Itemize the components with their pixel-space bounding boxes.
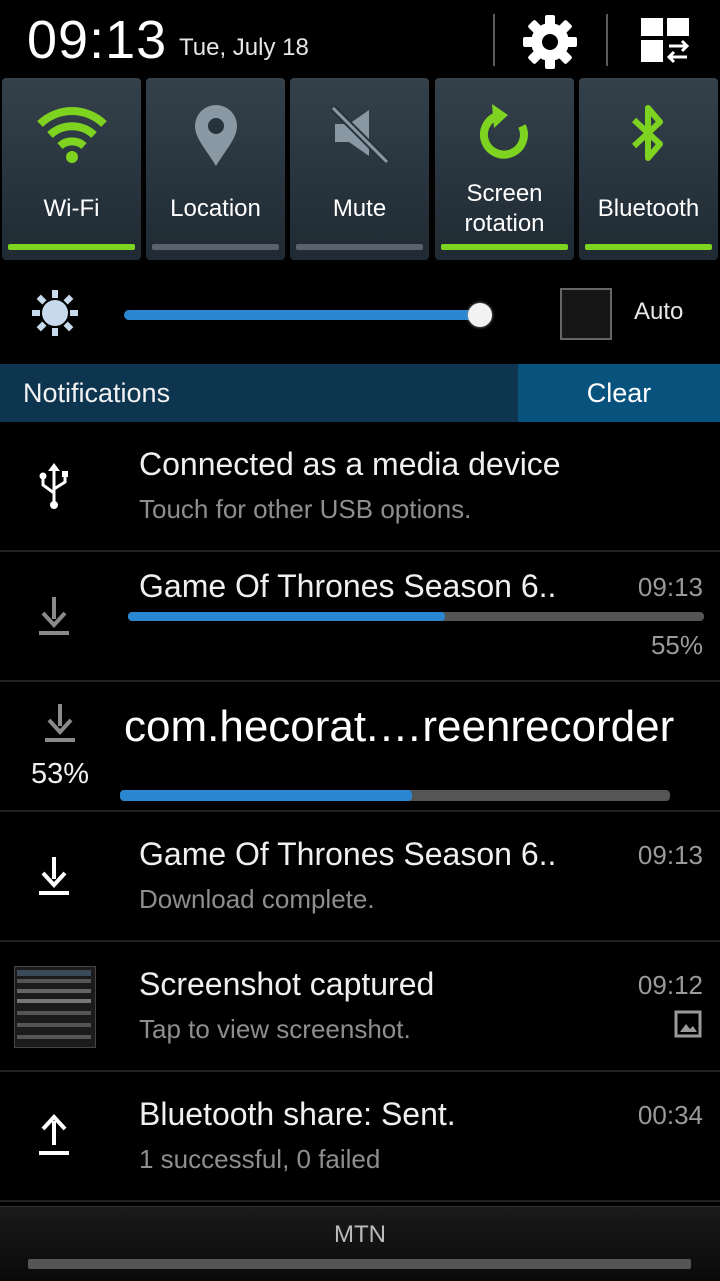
- toggle-bluetooth[interactable]: Bluetooth: [579, 78, 718, 260]
- notification-time: 09:12: [637, 970, 703, 1000]
- notifications-header: Notifications Clear: [0, 364, 720, 422]
- notification-time: 09:13: [637, 840, 703, 870]
- brightness-slider-thumb[interactable]: [468, 303, 493, 327]
- location-icon: [146, 100, 285, 170]
- notification-subtitle: Tap to view screenshot.: [139, 1014, 411, 1044]
- notification-title: com.hecorat.…reenrecorder: [124, 702, 675, 751]
- gear-icon[interactable]: [520, 12, 580, 72]
- notification-subtitle: Download complete.: [139, 884, 375, 914]
- download-icon: [24, 586, 84, 646]
- toggle-label: Bluetooth: [597, 195, 700, 222]
- toggle-wifi[interactable]: Wi-Fi: [2, 78, 141, 260]
- rotation-icon: [435, 100, 574, 170]
- toggle-label: Mute: [332, 195, 387, 222]
- wifi-icon: [2, 100, 141, 170]
- divider: [606, 14, 608, 66]
- toggle-location[interactable]: Location: [146, 78, 285, 260]
- divider: [493, 14, 495, 66]
- brightness-slider-fill: [124, 310, 481, 320]
- image-icon: [674, 1010, 702, 1038]
- toggle-label: Location: [170, 195, 261, 222]
- brightness-slider[interactable]: [124, 303, 493, 327]
- notification-subtitle: 1 successful, 0 failed: [139, 1144, 381, 1174]
- notifications-title: Notifications: [23, 378, 171, 408]
- notification-download-got[interactable]: Game Of Thrones Season 6.. 09:13 55%: [0, 552, 720, 682]
- upload-icon: [24, 1106, 84, 1166]
- toggle-mute[interactable]: Mute: [290, 78, 429, 260]
- notification-screenshot[interactable]: Screenshot captured 09:12 Tap to view sc…: [0, 942, 720, 1072]
- toggle-indicator: [296, 244, 423, 250]
- drag-handle[interactable]: [28, 1259, 691, 1269]
- notification-title: Connected as a media device: [139, 446, 561, 482]
- notification-title: Screenshot captured: [139, 966, 435, 1002]
- sun-icon: [30, 288, 80, 343]
- notification-time: 09:13: [637, 572, 703, 602]
- notification-subtitle: Touch for other USB options.: [139, 494, 472, 524]
- toggle-indicator: [585, 244, 712, 250]
- multi-window-icon[interactable]: [636, 12, 696, 72]
- download-progress-fill: [120, 790, 412, 801]
- progress-percent: 55%: [650, 630, 703, 660]
- bluetooth-icon: [579, 100, 718, 170]
- notification-download-screenrecorder[interactable]: 53% com.hecorat.…reenrecorder: [0, 682, 720, 812]
- progress-percent: 53%: [30, 758, 90, 790]
- toggle-indicator: [152, 244, 279, 250]
- toggle-indicator: [8, 244, 135, 250]
- quick-settings: Wi-Fi Location Mute Screen rotation Blue…: [0, 78, 720, 264]
- auto-brightness-label: Auto: [634, 298, 684, 325]
- status-header: 09:13 Tue, July 18: [0, 0, 720, 78]
- notification-title: Game Of Thrones Season 6..: [139, 568, 557, 604]
- notification-title: Game Of Thrones Season 6..: [139, 836, 557, 872]
- notification-title: Bluetooth share: Sent.: [139, 1096, 456, 1132]
- download-icon: [30, 698, 90, 748]
- toggle-indicator: [441, 244, 568, 250]
- download-progress-bar: [128, 612, 704, 621]
- clear-button[interactable]: Clear: [518, 364, 720, 422]
- toggle-label: Wi-Fi: [43, 195, 100, 222]
- brightness-row: Auto: [0, 264, 720, 364]
- clock: 09:13: [27, 10, 168, 70]
- toggle-screen-rotation[interactable]: Screen rotation: [435, 78, 574, 260]
- mute-icon: [290, 100, 429, 170]
- screenshot-thumbnail: [14, 966, 96, 1048]
- download-progress-bar: [120, 790, 670, 801]
- notification-download-complete[interactable]: Game Of Thrones Season 6.. 09:13 Downloa…: [0, 812, 720, 942]
- date: Tue, July 18: [179, 34, 309, 61]
- toggle-label: Screen rotation: [464, 180, 545, 237]
- notification-usb[interactable]: Connected as a media device Touch for ot…: [0, 422, 720, 552]
- auto-brightness-checkbox[interactable]: [560, 288, 612, 340]
- download-complete-icon: [24, 846, 84, 906]
- download-progress-fill: [128, 612, 445, 621]
- carrier-bar: MTN: [0, 1206, 720, 1281]
- usb-icon: [24, 456, 84, 516]
- notification-bluetooth-share[interactable]: Bluetooth share: Sent. 00:34 1 successfu…: [0, 1072, 720, 1202]
- notification-time: 00:34: [637, 1100, 703, 1130]
- carrier-label: MTN: [334, 1221, 386, 1248]
